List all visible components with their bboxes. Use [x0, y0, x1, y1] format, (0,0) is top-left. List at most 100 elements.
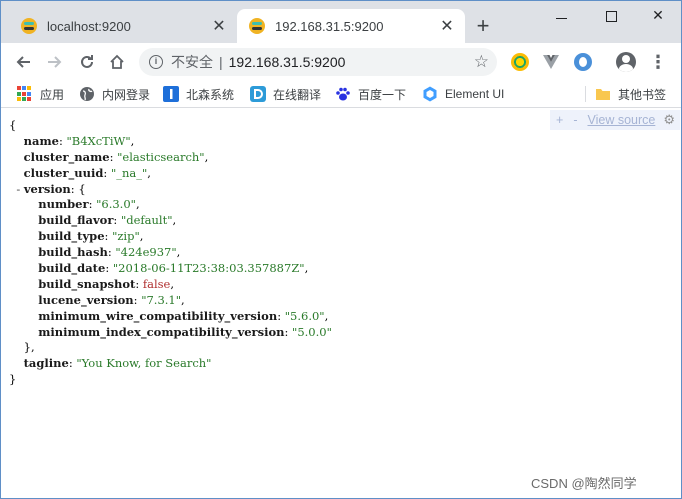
extension-icon[interactable] [511, 53, 529, 71]
back-button[interactable] [11, 50, 35, 74]
url-text[interactable]: 192.168.31.5:9200 [229, 54, 346, 70]
back-arrow-icon [16, 56, 30, 68]
maximize-icon [606, 11, 617, 22]
beisen-icon [163, 86, 179, 102]
json-line: build_type: "zip", [38, 229, 144, 244]
json-key: build_hash [38, 245, 108, 260]
bookmark-other-bookmarks[interactable]: 其他书签 [595, 85, 666, 103]
json-close-brace: } [9, 372, 17, 387]
json-viewer-toolbar: + - View source ⚙ [550, 110, 680, 130]
profile-avatar[interactable] [616, 52, 636, 72]
json-key: name [23, 133, 59, 148]
json-line: cluster_name: "elasticsearch", [23, 149, 209, 164]
baidu-paw-icon [335, 86, 351, 102]
json-value: "B4XcTiW" [66, 133, 131, 148]
forward-arrow-icon [48, 56, 62, 68]
json-line: build_flavor: "default", [38, 213, 177, 228]
json-key: build_snapshot [38, 276, 136, 291]
bookmarks-bar: 应用 内网登录 北森系统 在线翻译 百度一下 Element UI 其他书签 [1, 80, 681, 108]
bookmark-label: 在线翻译 [273, 87, 322, 102]
bookmark-online-translate[interactable]: 在线翻译 [250, 85, 321, 103]
collapse-toggle[interactable]: - [16, 182, 20, 196]
browser-toolbar: i 不安全 | 192.168.31.5:9200 ☆ ⋮ [1, 43, 681, 80]
json-value: "6.3.0" [96, 197, 136, 212]
json-line: build_hash: "424e937", [38, 245, 181, 260]
json-value: "_na_" [110, 165, 148, 180]
bookmark-apps[interactable]: 应用 [17, 85, 64, 103]
json-key: version [23, 181, 71, 196]
bookmark-label: 内网登录 [102, 87, 151, 102]
json-value: "2018-06-11T23:38:03.357887Z" [112, 261, 305, 276]
json-line: tagline: "You Know, for Search" [23, 356, 212, 371]
window-close-button[interactable]: ✕ [643, 7, 673, 27]
json-key: build_type [38, 229, 105, 244]
address-bar[interactable]: i 不安全 | 192.168.31.5:9200 ☆ [139, 48, 497, 76]
json-key: tagline [23, 356, 69, 371]
info-icon[interactable]: i [149, 55, 163, 69]
expand-all-button[interactable]: + [556, 113, 563, 127]
forward-button[interactable] [43, 50, 67, 74]
json-key: minimum_wire_compatibility_version [38, 308, 278, 323]
json-close-object: }, [23, 340, 35, 355]
bookmark-beisen-system[interactable]: 北森系统 [163, 85, 234, 103]
json-line: build_date: "2018-06-11T23:38:03.357887Z… [38, 261, 309, 276]
kebab-menu-icon[interactable]: ⋮ [649, 52, 667, 72]
view-source-link[interactable]: View source [587, 113, 655, 127]
json-line: cluster_uuid: "_na_", [23, 165, 151, 180]
json-line: number: "6.3.0", [38, 197, 140, 212]
collapse-all-button[interactable]: - [573, 113, 577, 127]
tab-192-168-31-5[interactable]: 192.168.31.5:9200 ✕ [237, 9, 465, 43]
new-tab-button[interactable]: + [471, 15, 495, 39]
tab-title: localhost:9200 [47, 18, 131, 34]
bookmark-label: 北森系统 [186, 87, 235, 102]
json-value: "7.3.1" [141, 292, 182, 307]
home-icon [110, 54, 124, 69]
json-key: cluster_name [23, 149, 110, 164]
folder-icon [595, 86, 611, 102]
bookmark-label: 其他书签 [618, 87, 667, 102]
json-value: "5.0.0" [292, 324, 332, 339]
bookmark-element-ui[interactable]: Element UI [422, 85, 504, 103]
tab-title: 192.168.31.5:9200 [275, 18, 384, 34]
json-document: { name: "B4XcTiW", cluster_name: "elasti… [9, 118, 332, 388]
json-key: build_flavor [38, 213, 114, 228]
json-line: minimum_index_compatibility_version: "5.… [38, 324, 332, 339]
minimize-button[interactable] [547, 7, 577, 27]
json-value: "elasticsearch" [117, 149, 205, 164]
globe-icon [79, 86, 95, 102]
elasticsearch-favicon-icon [21, 18, 37, 34]
minimize-icon [556, 18, 567, 19]
bookmark-label: 百度一下 [358, 87, 407, 102]
json-value: "424e937" [115, 245, 177, 260]
page-content: + - View source ⚙ { name: "B4XcTiW", clu… [1, 109, 681, 498]
json-value: "default" [120, 213, 173, 228]
json-value: "You Know, for Search" [76, 356, 212, 371]
vue-devtools-icon[interactable] [542, 53, 560, 71]
json-value: "5.6.0" [284, 308, 325, 323]
bookmark-intranet-login[interactable]: 内网登录 [79, 85, 150, 103]
json-line: build_snapshot: false, [38, 276, 175, 291]
json-value: "zip" [112, 229, 140, 244]
address-separator: | [219, 54, 223, 70]
bookmark-baidu[interactable]: 百度一下 [335, 85, 406, 103]
json-key: cluster_uuid [23, 165, 104, 180]
json-value: false [142, 276, 171, 291]
gear-icon[interactable]: ⚙ [663, 112, 675, 128]
maximize-button[interactable] [597, 7, 627, 27]
json-key: minimum_index_compatibility_version [38, 324, 285, 339]
bookmark-label: Element UI [445, 87, 505, 101]
bookmark-star-icon[interactable]: ☆ [474, 52, 489, 72]
tab-localhost[interactable]: localhost:9200 ✕ [9, 9, 237, 43]
apps-grid-icon [17, 86, 33, 102]
not-secure-label[interactable]: 不安全 [171, 52, 213, 72]
home-button[interactable] [105, 50, 129, 74]
browser-window: localhost:9200 ✕ 192.168.31.5:9200 ✕ + ✕ [0, 0, 682, 499]
extension-blue-icon[interactable] [574, 53, 592, 71]
bookmarks-divider [585, 86, 586, 102]
elasticsearch-favicon-icon [249, 18, 265, 34]
tab-close-icon[interactable]: ✕ [435, 16, 459, 36]
tab-close-icon[interactable]: ✕ [207, 16, 231, 36]
reload-icon [81, 55, 93, 68]
reload-button[interactable] [75, 50, 99, 74]
json-line: - version: { [16, 181, 86, 196]
